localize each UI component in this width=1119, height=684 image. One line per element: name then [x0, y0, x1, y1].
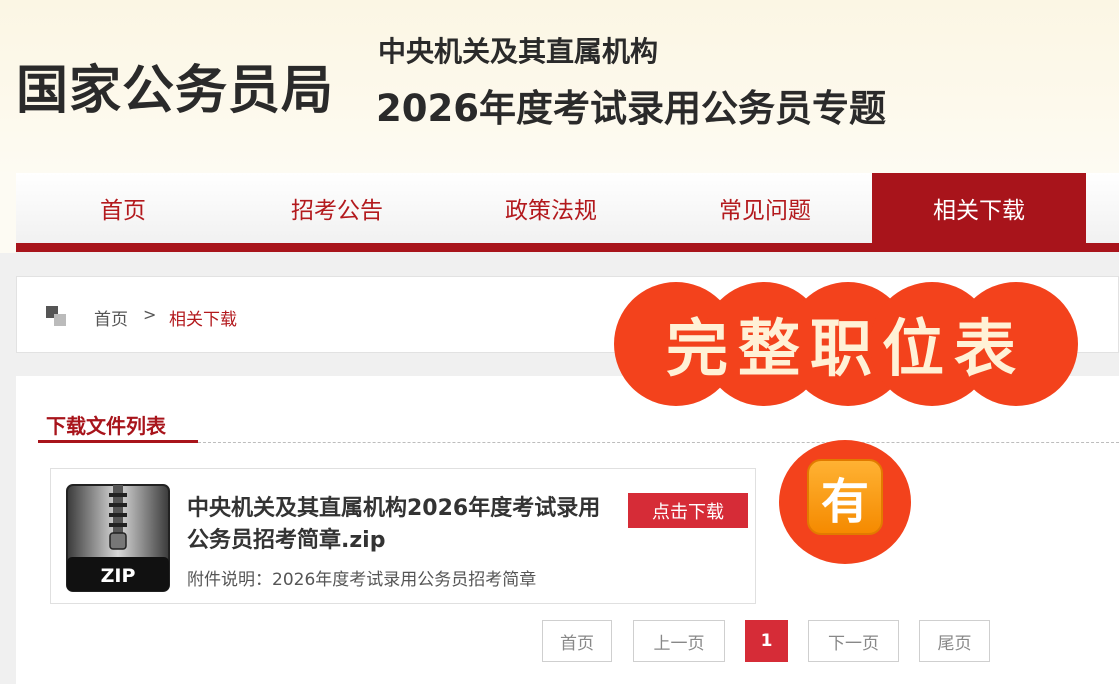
download-button[interactable]: 点击下载: [628, 493, 748, 528]
site-name[interactable]: 国家公务员局: [16, 48, 334, 123]
file-description: 附件说明：2026年度考试录用公务员招考简章: [187, 570, 537, 590]
nav-item-downloads[interactable]: 相关下载: [872, 173, 1086, 243]
title-divider: [198, 442, 1119, 443]
download-list-panel: 下载文件列表 ZIP 中央机关及其直属机构2026年度考试录用公务员招考简章.z…: [16, 376, 1119, 684]
nav-item-faq[interactable]: 常见问题: [658, 173, 872, 243]
main-nav: 首页 招考公告 政策法规 常见问题 相关下载: [16, 173, 1119, 243]
location-icon: [46, 306, 66, 326]
left-edge-strip: [0, 173, 16, 253]
zip-label: ZIP: [101, 565, 136, 587]
pagination-next[interactable]: 下一页: [808, 620, 899, 662]
file-name-link[interactable]: 中央机关及其直属机构2026年度考试录用公务员招考简章.zip: [187, 493, 617, 557]
site-header: 国家公务员局 中央机关及其直属机构 2026年度考试录用公务员专题: [0, 0, 1119, 175]
nav-underline-bar: [16, 243, 1119, 252]
breadcrumb-separator: >: [143, 305, 157, 324]
pagination-first[interactable]: 首页: [542, 620, 612, 662]
overlay-badge-text: 完整职位表: [665, 312, 1026, 385]
breadcrumb-current[interactable]: 相关下载: [169, 305, 237, 330]
nav-item-home[interactable]: 首页: [16, 173, 230, 243]
nav-item-announcements[interactable]: 招考公告: [230, 173, 444, 243]
pagination-current-page[interactable]: 1: [745, 620, 788, 662]
topic-subtitle: 中央机关及其直属机构: [378, 35, 659, 68]
pagination-prev[interactable]: 上一页: [633, 620, 725, 662]
download-list-title: 下载文件列表: [46, 414, 166, 438]
have-emoji-icon: 有: [807, 459, 883, 535]
zip-file-icon: ZIP: [66, 484, 170, 592]
title-underline: [38, 440, 198, 443]
nav-item-policies[interactable]: 政策法规: [444, 173, 658, 243]
topic-title: 2026年度考试录用公务员专题: [376, 87, 886, 130]
breadcrumb-home-link[interactable]: 首页: [94, 305, 128, 330]
file-item: ZIP 中央机关及其直属机构2026年度考试录用公务员招考简章.zip 附件说明…: [50, 468, 756, 604]
pagination-last[interactable]: 尾页: [919, 620, 990, 662]
